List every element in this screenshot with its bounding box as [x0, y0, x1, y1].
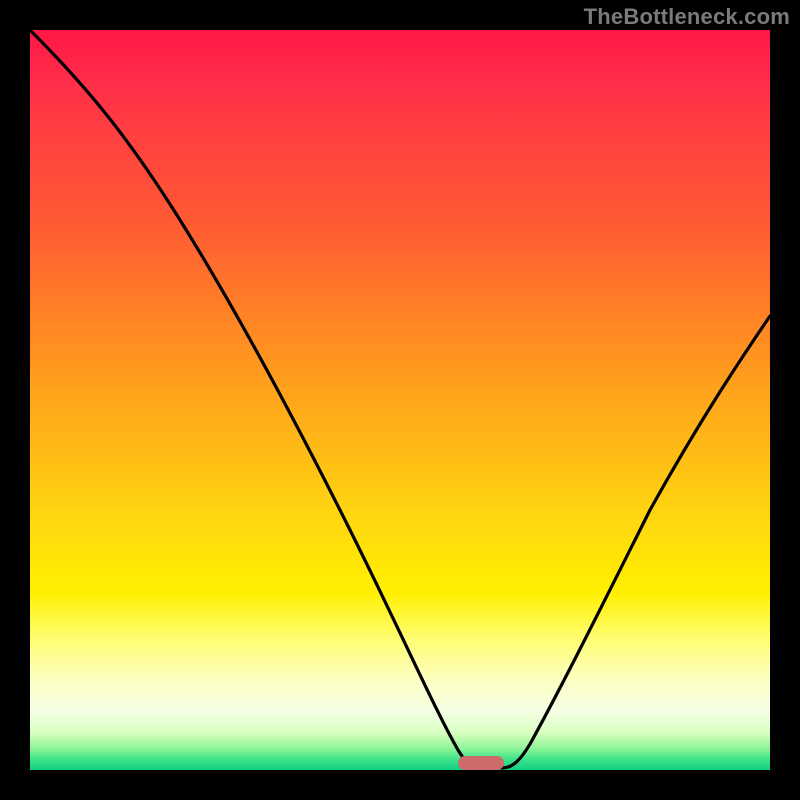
chart-stage: TheBottleneck.com	[0, 0, 800, 800]
curve-path	[30, 30, 770, 768]
bottleneck-curve	[30, 30, 770, 770]
plot-area	[30, 30, 770, 770]
watermark-text: TheBottleneck.com	[584, 4, 790, 30]
optimal-marker	[458, 756, 504, 770]
